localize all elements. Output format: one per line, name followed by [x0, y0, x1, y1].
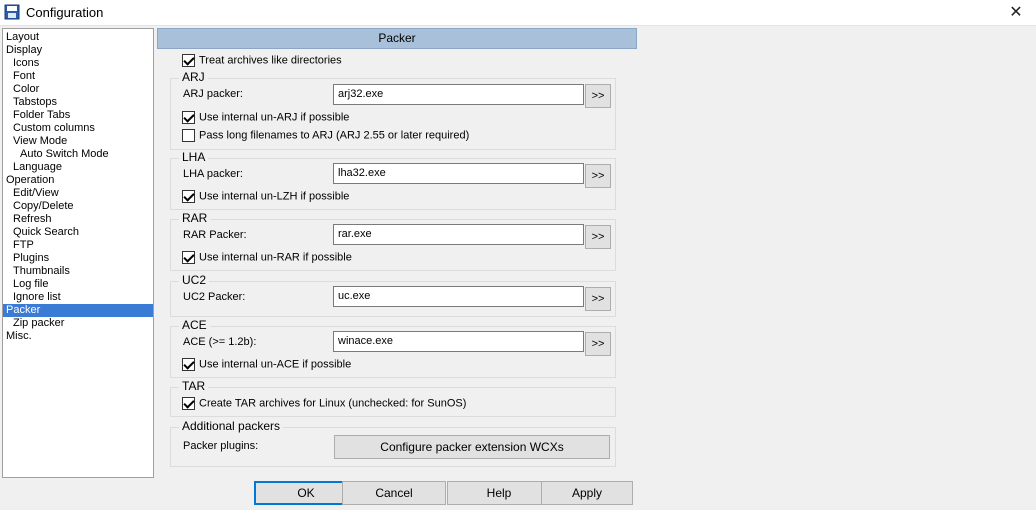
arj-internal-checkbox[interactable]: [182, 111, 195, 124]
tree-item-custom-columns[interactable]: Custom columns: [3, 122, 95, 135]
arj-opt2-row[interactable]: Pass long filenames to ARJ (ARJ 2.55 or …: [182, 129, 469, 145]
uc2-group-title: UC2: [179, 273, 210, 287]
arj-internal-label: Use internal un-ARJ if possible: [199, 111, 350, 124]
tree-item-thumbnails[interactable]: Thumbnails: [3, 265, 70, 278]
tree-item-operation[interactable]: Operation: [3, 174, 54, 187]
tree-item-packer[interactable]: Packer: [3, 304, 153, 317]
configure-wcx-button[interactable]: Configure packer extension WCXs: [334, 435, 610, 459]
ace-browse-button[interactable]: >>: [585, 332, 611, 356]
apply-button[interactable]: Apply: [541, 481, 633, 505]
ace-packer-input[interactable]: winace.exe: [333, 331, 584, 352]
tar-linux-label: Create TAR archives for Linux (unchecked…: [199, 397, 467, 410]
lha-opt1-row[interactable]: Use internal un-LZH if possible: [182, 190, 349, 206]
lha-internal-checkbox[interactable]: [182, 190, 195, 203]
arj-opt1-row[interactable]: Use internal un-ARJ if possible: [182, 111, 349, 127]
window-title: Configuration: [26, 5, 104, 20]
tree-item-copy-delete[interactable]: Copy/Delete: [3, 200, 74, 213]
lha-packer-input[interactable]: lha32.exe: [333, 163, 584, 184]
tree-item-display[interactable]: Display: [3, 44, 42, 57]
tree-item-font[interactable]: Font: [3, 70, 35, 83]
tree-item-ftp[interactable]: FTP: [3, 239, 34, 252]
tree-item-language[interactable]: Language: [3, 161, 62, 174]
tree-item-auto-switch-mode[interactable]: Auto Switch Mode: [3, 148, 109, 161]
rar-packer-input[interactable]: rar.exe: [333, 224, 584, 245]
uc2-packer-label: UC2 Packer:: [183, 291, 246, 303]
packer-plugins-label: Packer plugins:: [183, 440, 259, 452]
tree-item-log-file[interactable]: Log file: [3, 278, 48, 291]
lha-packer-label: LHA packer:: [183, 168, 243, 180]
rar-internal-checkbox[interactable]: [182, 251, 195, 264]
tree-item-quick-search[interactable]: Quick Search: [3, 226, 79, 239]
arj-longnames-label: Pass long filenames to ARJ (ARJ 2.55 or …: [199, 129, 470, 142]
panel-header: Packer: [157, 28, 637, 49]
rar-browse-button[interactable]: >>: [585, 225, 611, 249]
treat-archives-checkbox[interactable]: [182, 54, 195, 67]
ace-internal-checkbox[interactable]: [182, 358, 195, 371]
tree-item-refresh[interactable]: Refresh: [3, 213, 52, 226]
tree-item-tabstops[interactable]: Tabstops: [3, 96, 57, 109]
tree-item-edit-view[interactable]: Edit/View: [3, 187, 59, 200]
tree-item-plugins[interactable]: Plugins: [3, 252, 49, 265]
tree-item-folder-tabs[interactable]: Folder Tabs: [3, 109, 70, 122]
arj-longnames-checkbox[interactable]: [182, 129, 195, 142]
tar-linux-checkbox[interactable]: [182, 397, 195, 410]
tree-item-view-mode[interactable]: View Mode: [3, 135, 67, 148]
rar-group-title: RAR: [179, 211, 211, 225]
lha-internal-label: Use internal un-LZH if possible: [199, 190, 350, 203]
tar-group-title: TAR: [179, 379, 209, 393]
title-bar: Configuration ✕: [0, 0, 1036, 26]
tree-item-color[interactable]: Color: [3, 83, 39, 96]
app-icon: [4, 4, 20, 20]
arj-browse-button[interactable]: >>: [585, 84, 611, 108]
ace-group-title: ACE: [179, 318, 210, 332]
help-button[interactable]: Help: [447, 481, 551, 505]
ace-opt1-row[interactable]: Use internal un-ACE if possible: [182, 358, 351, 374]
treat-archives-label: Treat archives like directories: [199, 54, 342, 67]
tree-item-icons[interactable]: Icons: [3, 57, 39, 70]
tar-opt1-row[interactable]: Create TAR archives for Linux (unchecked…: [182, 397, 466, 413]
tree-item-layout[interactable]: Layout: [3, 31, 39, 44]
additional-group-title: Additional packers: [179, 419, 284, 433]
close-button[interactable]: ✕: [996, 0, 1036, 26]
rar-opt1-row[interactable]: Use internal un-RAR if possible: [182, 251, 352, 267]
uc2-browse-button[interactable]: >>: [585, 287, 611, 311]
lha-browse-button[interactable]: >>: [585, 164, 611, 188]
tree-item-zip-packer[interactable]: Zip packer: [3, 317, 64, 330]
uc2-packer-input[interactable]: uc.exe: [333, 286, 584, 307]
rar-packer-label: RAR Packer:: [183, 229, 247, 241]
ace-packer-label: ACE (>= 1.2b):: [183, 336, 257, 348]
tree-item-misc[interactable]: Misc.: [3, 330, 32, 343]
ace-internal-label: Use internal un-ACE if possible: [199, 358, 352, 371]
treat-archives-checkbox-row[interactable]: Treat archives like directories: [182, 54, 342, 70]
arj-group-title: ARJ: [179, 70, 208, 84]
lha-group-title: LHA: [179, 150, 209, 164]
settings-tree[interactable]: Layout Display Icons Font Color Tabstops Folde…: [2, 28, 154, 478]
cancel-button[interactable]: Cancel: [342, 481, 446, 505]
arj-packer-input[interactable]: arj32.exe: [333, 84, 584, 105]
rar-internal-label: Use internal un-RAR if possible: [199, 251, 352, 264]
arj-packer-label: ARJ packer:: [183, 88, 243, 100]
tree-item-ignore-list[interactable]: Ignore list: [3, 291, 61, 304]
